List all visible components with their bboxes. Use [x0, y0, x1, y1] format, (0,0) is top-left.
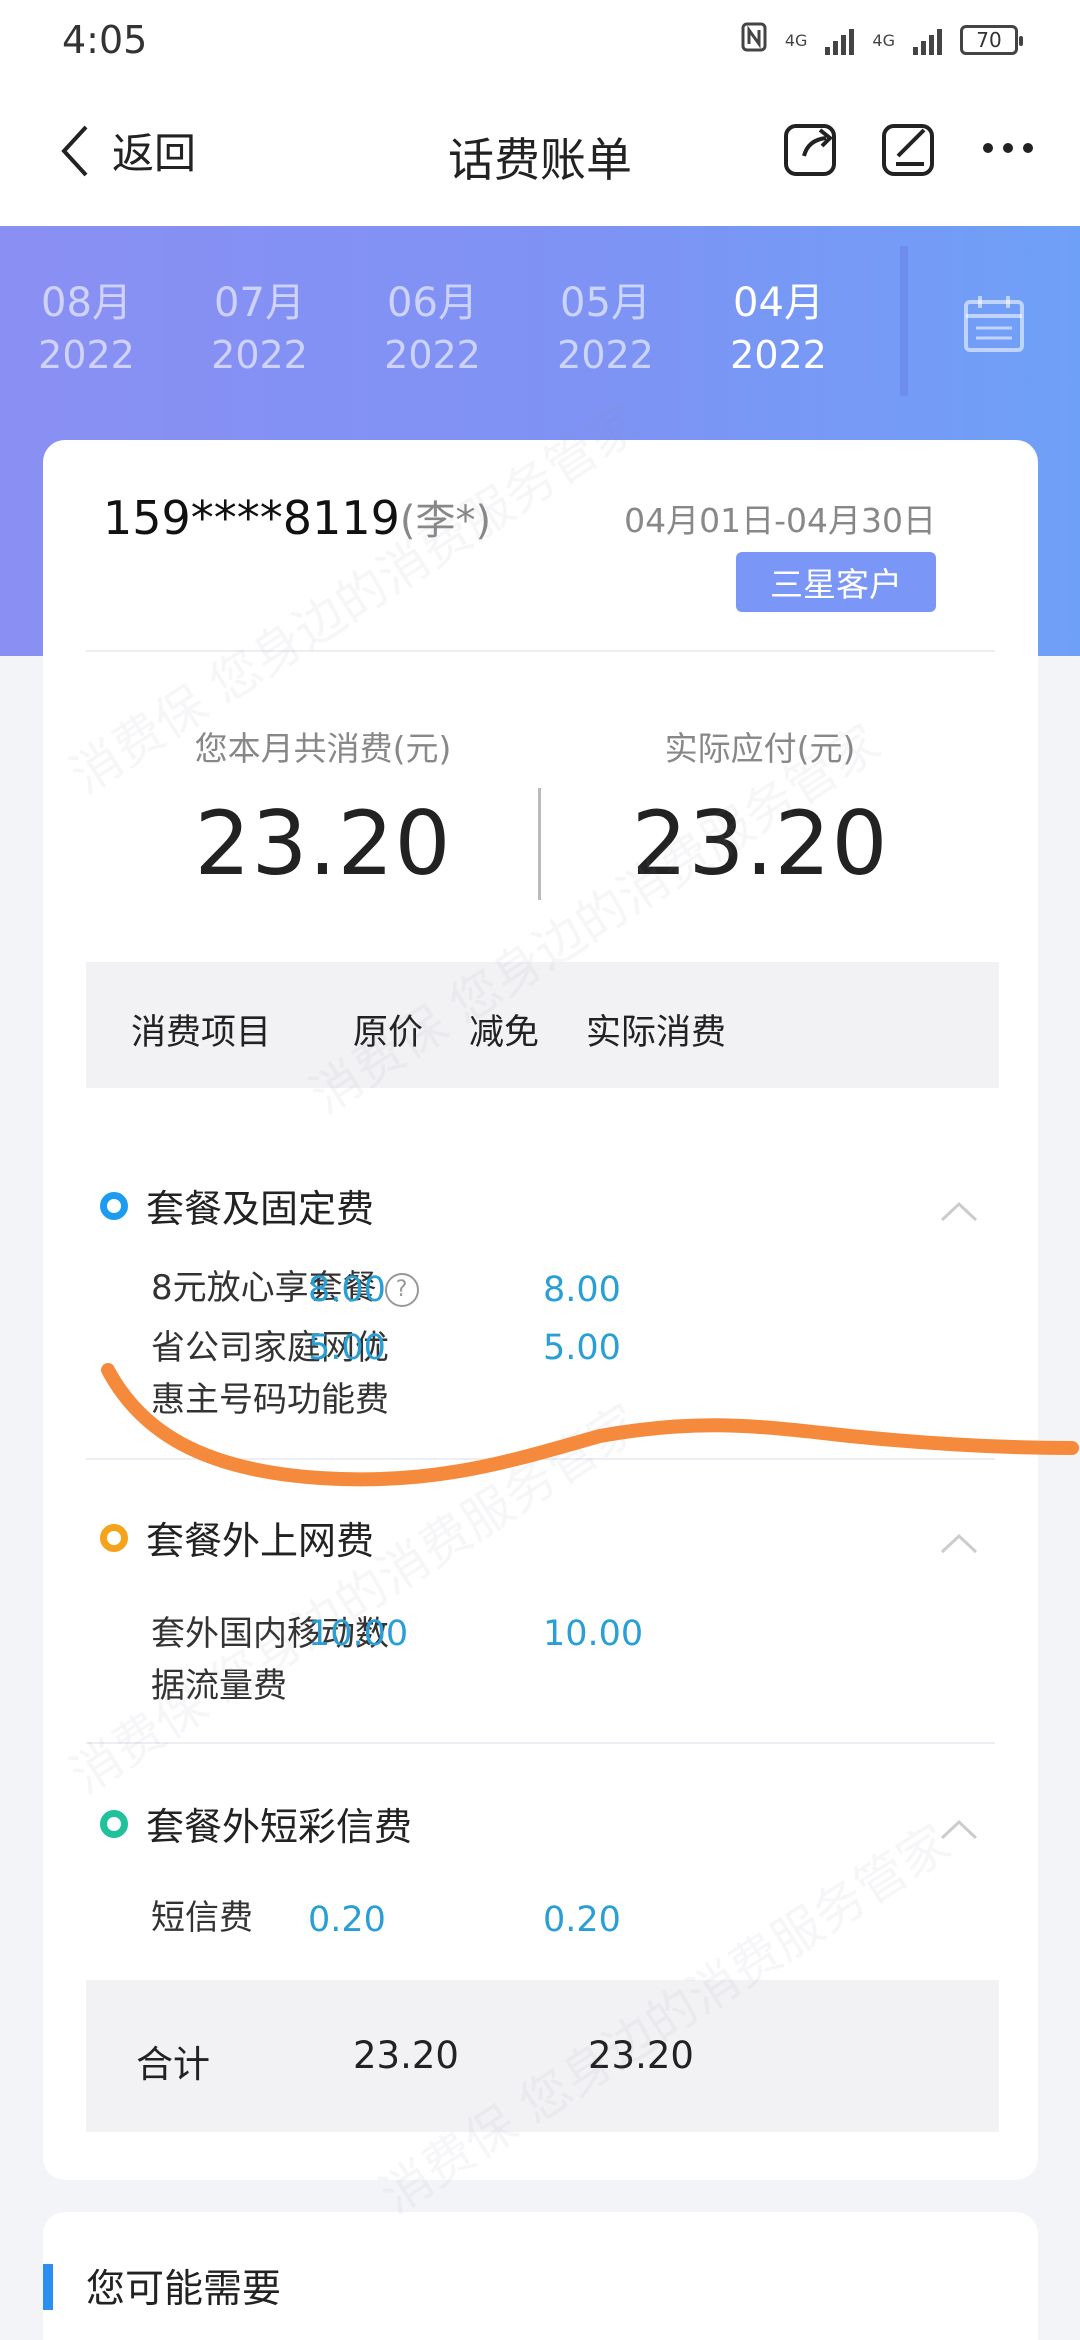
month-tab-04[interactable]: 04月 2022	[692, 276, 865, 386]
nav-actions	[780, 116, 1040, 180]
recommend-card: 您可能需要	[43, 2212, 1038, 2340]
signal-icon	[825, 25, 855, 55]
phone-number: 159****8119(李*)	[103, 488, 491, 546]
year-label: 2022	[211, 333, 308, 377]
month-tab-05[interactable]: 05月 2022	[519, 276, 692, 386]
actual-payable: 实际应付(元) 23.20	[540, 722, 980, 895]
original-price: 5.00	[308, 1328, 386, 1368]
month-label: 07月	[214, 280, 305, 326]
original-price: 10.00	[308, 1614, 409, 1654]
item-label: 短信费	[151, 1898, 253, 1938]
header-item: 消费项目	[131, 1013, 272, 1053]
bill-card: 159****8119(李*) 04月01日-04月30日 三星客户 您本月共消…	[43, 440, 1038, 2180]
month-label: 06月	[387, 280, 478, 326]
chevron-up-icon[interactable]	[940, 1532, 978, 1554]
month-tab-06[interactable]: 06月 2022	[346, 276, 519, 386]
year-label: 2022	[38, 333, 135, 377]
share-icon[interactable]	[780, 116, 844, 180]
total-spend-label: 您本月共消费(元)	[194, 729, 452, 768]
nav-bar: 返回 话费账单	[0, 80, 1080, 226]
item-label-line2: 惠主号码功能费	[151, 1380, 389, 1420]
year-label: 2022	[557, 333, 654, 377]
section-data-overage[interactable]: 套餐外上网费	[100, 1510, 374, 1565]
year-label: 2022	[384, 333, 481, 377]
month-tab-08[interactable]: 08月 2022	[0, 276, 173, 386]
header-actual: 实际消费	[586, 1013, 727, 1053]
billing-period: 04月01日-04月30日	[624, 501, 936, 540]
blue-dot-icon	[100, 1191, 128, 1220]
account-name: (李*)	[399, 498, 492, 544]
actual-price: 10.00	[543, 1614, 644, 1654]
chevron-up-icon[interactable]	[940, 1818, 978, 1840]
table-header: 消费项目 原价 减免 实际消费	[86, 962, 999, 1088]
original-price: 8.00	[308, 1270, 386, 1310]
orange-dot-icon	[100, 1523, 128, 1552]
total-spend-value: 23.20	[194, 792, 452, 895]
customer-level-badge[interactable]: 三星客户	[736, 552, 936, 612]
month-tab-07[interactable]: 07月 2022	[173, 276, 346, 386]
original-price: 0.20	[308, 1900, 386, 1940]
section-sms-overage[interactable]: 套餐外短彩信费	[100, 1796, 412, 1851]
month-label: 08月	[41, 280, 132, 326]
more-icon[interactable]	[976, 116, 1040, 180]
nfc-icon	[741, 22, 767, 59]
recommend-title: 您可能需要	[86, 2267, 282, 2312]
section-title: 套餐外短彩信费	[146, 1805, 413, 1849]
total-label: 合计	[136, 2043, 210, 2086]
phone-value: 159****8119	[103, 491, 400, 545]
network-label-1: 4G	[784, 30, 808, 50]
total-actual: 23.20	[588, 2034, 694, 2077]
actual-price: 0.20	[543, 1900, 621, 1940]
status-time: 4:05	[62, 18, 148, 62]
actual-price: 5.00	[543, 1328, 621, 1368]
status-bar: 4:05 4G 4G 70	[0, 0, 1080, 80]
header-original: 原价	[353, 1013, 424, 1053]
divider	[86, 650, 995, 652]
accent-bar	[43, 2264, 53, 2310]
divider	[86, 1742, 995, 1744]
total-original: 23.20	[353, 2034, 459, 2077]
edit-icon[interactable]	[878, 116, 942, 180]
month-label: 05月	[560, 280, 651, 326]
actual-payable-label: 实际应付(元)	[664, 729, 856, 768]
green-dot-icon	[100, 1809, 128, 1838]
section-package-fixed[interactable]: 套餐及固定费	[100, 1178, 374, 1233]
battery-level: 70	[976, 28, 1002, 52]
section-title: 套餐及固定费	[146, 1187, 375, 1231]
divider	[86, 1458, 995, 1460]
month-label: 04月	[733, 280, 824, 326]
chevron-up-icon[interactable]	[940, 1200, 978, 1222]
actual-price: 8.00	[543, 1270, 621, 1310]
item-label-line2: 据流量费	[151, 1666, 287, 1706]
actual-payable-value: 23.20	[631, 792, 889, 895]
header-discount: 减免	[469, 1013, 540, 1053]
help-icon[interactable]: ?	[384, 1272, 419, 1307]
year-label: 2022	[730, 333, 827, 377]
network-label-2: 4G	[872, 30, 895, 50]
status-icons: 4G 4G 70	[741, 22, 1023, 59]
signal-icon-2	[913, 25, 942, 55]
total-row: 合计 23.20 23.20	[86, 1980, 999, 2132]
month-tabs: 08月 2022 07月 2022 06月 2022 05月 2022 04月 …	[0, 276, 865, 386]
calendar-divider	[900, 246, 908, 396]
total-spend: 您本月共消费(元) 23.20	[103, 722, 543, 895]
calendar-icon[interactable]	[962, 294, 1026, 354]
item-name: 短信费	[151, 1892, 253, 1944]
battery-icon: 70	[960, 25, 1023, 55]
section-title: 套餐外上网费	[146, 1519, 375, 1563]
